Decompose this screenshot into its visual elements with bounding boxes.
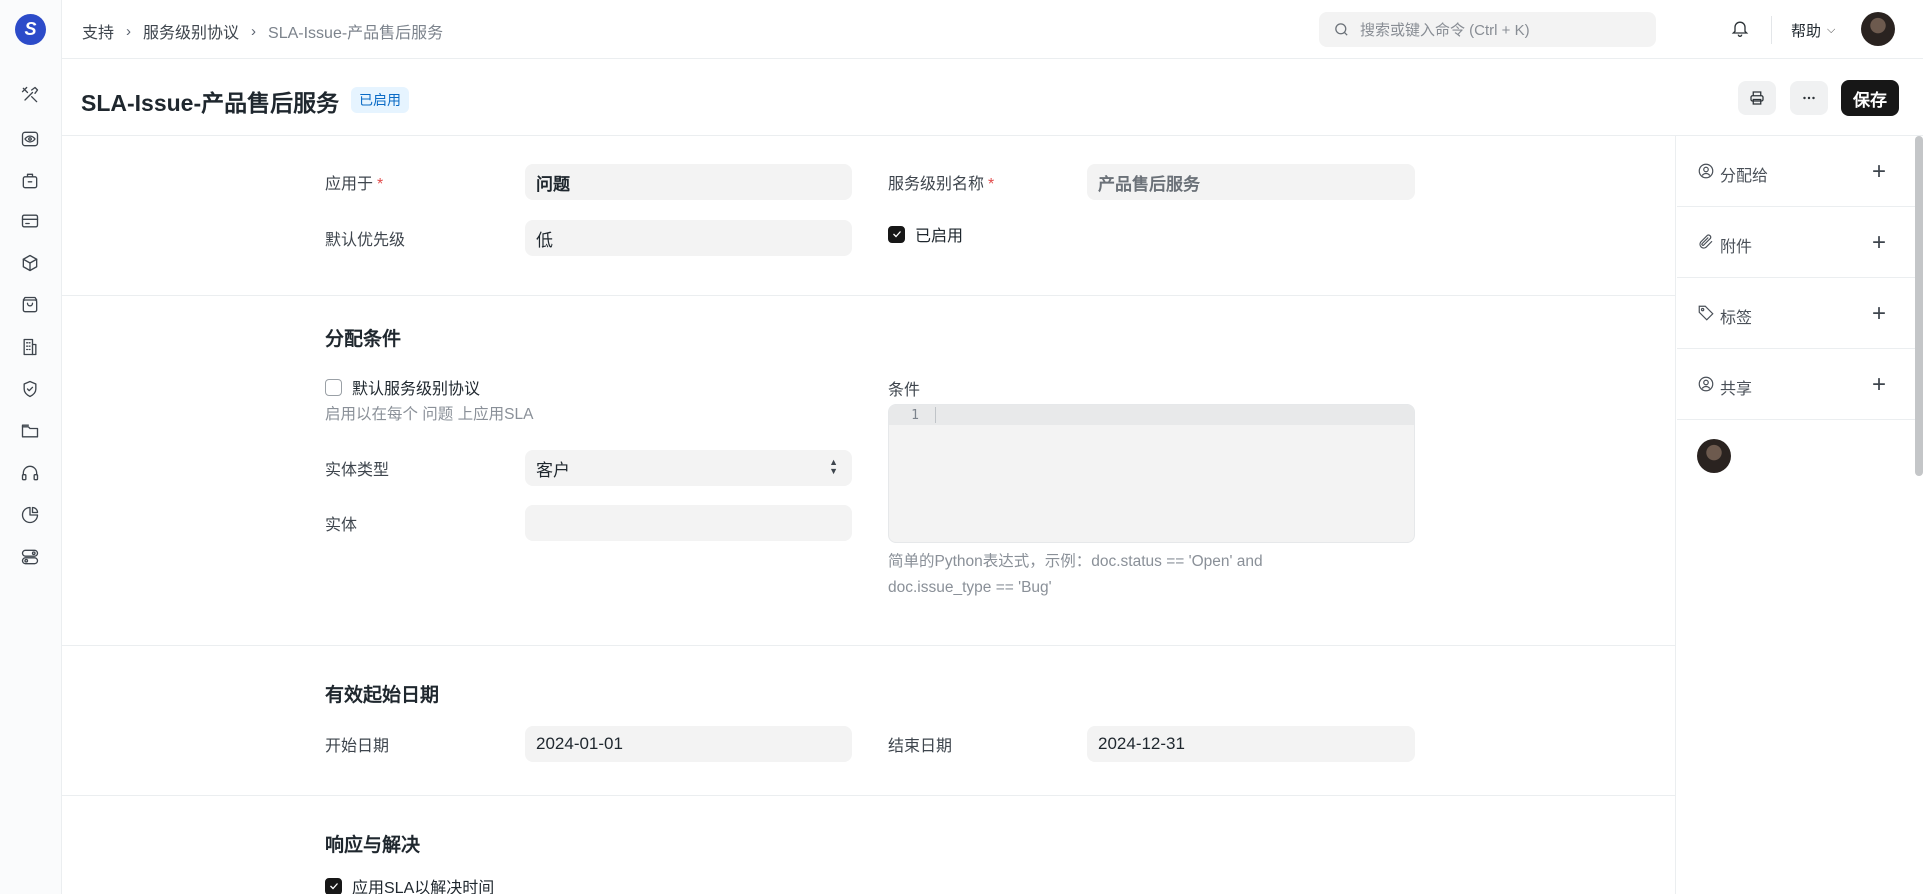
search-placeholder: 搜索或键入命令 (Ctrl + K) (1360, 22, 1530, 39)
form-main: 应用于 * 问题 服务级别名称 * 产品售后服务 默认优先级 低 已启用 分配条件 … (62, 136, 1676, 894)
save-button[interactable]: 保存 (1841, 80, 1899, 116)
section-assignment: 分配条件 默认服务级别协议 启用以在每个 问题 上应用SLA 实体类型 客户 ▲… (62, 296, 1676, 646)
attachments-row[interactable]: 附件 + (1677, 207, 1915, 278)
page-title: SLA-Issue-产品售后服务 (81, 90, 340, 116)
tags-label: 标签 (1720, 310, 1753, 327)
section-validity: 有效起始日期 开始日期 2024-01-01 结束日期 2024-12-31 (62, 646, 1676, 796)
shield-icon[interactable] (19, 378, 41, 400)
search-icon (1335, 23, 1348, 36)
navbar-divider (1771, 16, 1772, 44)
assignment-title: 分配条件 (325, 329, 402, 350)
apply-to-label: 应用于 * (325, 176, 384, 193)
end-date-field[interactable]: 2024-12-31 (1087, 726, 1415, 762)
user-plus-icon (1697, 162, 1715, 180)
top-navbar: 支持 › 服务级别协议 › SLA-Issue-产品售后服务 搜索或键入命令 (… (62, 0, 1923, 59)
enabled-label: 已启用 (915, 228, 964, 245)
more-options-button[interactable] (1790, 81, 1828, 115)
breadcrumb-item-current: SLA-Issue-产品售后服务 (268, 25, 444, 42)
default-priority-label: 默认优先级 (325, 232, 406, 249)
apply-to-field[interactable]: 问题 (525, 164, 852, 200)
help-dropdown[interactable]: 帮助 ⌵ (1791, 20, 1835, 41)
condition-help: 简单的Python表达式，示例：doc.status == 'Open' and… (888, 553, 1263, 596)
default-priority-field[interactable]: 低 (525, 220, 852, 256)
status-badge: 已启用 (351, 87, 409, 113)
end-date-label: 结束日期 (888, 738, 953, 755)
cursor (935, 407, 936, 423)
chevron-right-icon: › (126, 22, 132, 40)
code-line-1: 1 (889, 405, 1414, 425)
select-arrows-icon: ▲ ▼ (829, 457, 838, 476)
scrollbar[interactable] (1915, 136, 1923, 476)
entity-label: 实体 (325, 517, 358, 534)
app-root: S 支持 › 服务级别协议 › SLA-Issue-产品售后服务 搜索或键入命令… (0, 0, 1923, 894)
entity-type-value: 客户 (536, 460, 570, 480)
tags-row[interactable]: 标签 + (1677, 278, 1915, 349)
user-avatar[interactable] (1861, 12, 1895, 46)
section-response: 响应与解决 应用SLA以解决时间 (62, 796, 1676, 894)
share-user-icon (1697, 375, 1715, 393)
breadcrumb: 支持 › 服务级别协议 › SLA-Issue-产品售后服务 (82, 19, 443, 43)
entity-field[interactable] (525, 505, 852, 541)
owner-avatar[interactable] (1697, 439, 1731, 473)
response-title: 响应与解决 (325, 835, 421, 856)
printer-icon (1750, 91, 1764, 105)
line-number: 1 (911, 407, 919, 423)
add-share-button[interactable]: + (1872, 371, 1886, 399)
app-logo[interactable]: S (15, 14, 46, 45)
card-icon[interactable] (19, 210, 41, 232)
tag-icon (1697, 304, 1715, 322)
tools-icon[interactable] (19, 84, 41, 106)
breadcrumb-item-sla[interactable]: 服务级别协议 (143, 19, 239, 43)
side-panel: 分配给 + 附件 + 标签 + 共享 + (1677, 136, 1923, 894)
add-tag-button[interactable]: + (1872, 300, 1886, 328)
assign-to-label: 分配给 (1720, 168, 1769, 185)
print-button[interactable] (1738, 81, 1776, 115)
default-sla-help: 启用以在每个 问题 上应用SLA (325, 406, 534, 423)
sla-name-field[interactable]: 产品售后服务 (1087, 164, 1415, 200)
share-row[interactable]: 共享 + (1677, 349, 1915, 420)
start-date-label: 开始日期 (325, 738, 390, 755)
attachments-label: 附件 (1720, 239, 1753, 256)
pie-chart-icon[interactable] (19, 504, 41, 526)
paperclip-icon (1697, 233, 1715, 251)
checkbox-checked[interactable] (325, 877, 342, 894)
breadcrumb-item-support[interactable]: 支持 (82, 19, 114, 43)
sla-name-label: 服务级别名称 * (888, 176, 995, 193)
more-horizontal-icon (1803, 96, 1815, 100)
building-icon[interactable] (19, 336, 41, 358)
add-attachment-button[interactable]: + (1872, 229, 1886, 257)
page-header: SLA-Issue-产品售后服务 已启用 保存 (62, 59, 1923, 136)
left-sidebar: S (0, 0, 62, 894)
toggles-icon[interactable] (19, 546, 41, 568)
default-sla-label: 默认服务级别协议 (352, 381, 481, 398)
share-label: 共享 (1720, 381, 1753, 398)
condition-code-editor[interactable]: 1 (888, 404, 1415, 543)
briefcase-icon[interactable] (19, 170, 41, 192)
add-assignee-button[interactable]: + (1872, 158, 1886, 186)
bag-icon[interactable] (19, 294, 41, 316)
chevron-down-icon: ⌵ (1827, 24, 1836, 36)
folder-icon[interactable] (19, 420, 41, 442)
start-date-field[interactable]: 2024-01-01 (525, 726, 852, 762)
eye-icon[interactable] (19, 128, 41, 150)
condition-label: 条件 (888, 382, 921, 399)
entity-type-label: 实体类型 (325, 462, 390, 479)
entity-type-select[interactable]: 客户 ▲ ▼ (525, 450, 852, 486)
chevron-right-icon: › (251, 22, 257, 40)
apply-sla-checkbox[interactable]: 应用SLA以解决时间 (325, 874, 494, 894)
box-icon[interactable] (19, 252, 41, 274)
checkbox-checked[interactable] (888, 225, 905, 243)
apply-sla-label: 应用SLA以解决时间 (352, 880, 495, 894)
search-input[interactable]: 搜索或键入命令 (Ctrl + K) (1319, 12, 1656, 47)
headset-icon[interactable] (19, 462, 41, 484)
assign-to-row[interactable]: 分配给 + (1677, 136, 1915, 207)
default-sla-checkbox[interactable]: 默认服务级别协议 (325, 375, 480, 399)
help-label: 帮助 (1791, 23, 1822, 40)
notification-bell-icon[interactable] (1730, 18, 1752, 40)
section-general: 应用于 * 问题 服务级别名称 * 产品售后服务 默认优先级 低 已启用 (62, 136, 1676, 296)
validity-title: 有效起始日期 (325, 685, 440, 706)
enabled-checkbox[interactable]: 已启用 (888, 222, 963, 246)
checkbox-unchecked[interactable] (325, 378, 342, 396)
